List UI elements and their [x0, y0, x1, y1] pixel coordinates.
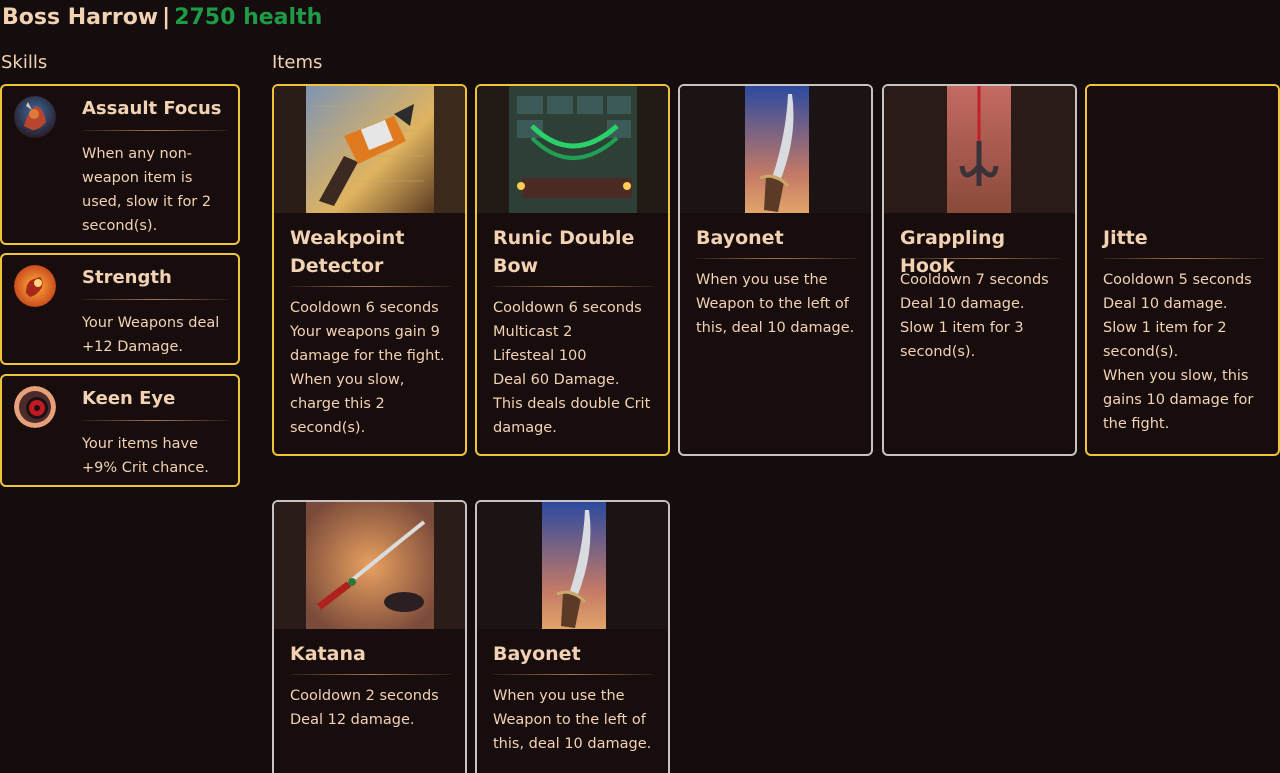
- item-divider: [290, 286, 451, 287]
- skills-heading: Skills: [1, 52, 48, 73]
- item-line: Cooldown 7 seconds: [900, 272, 1049, 288]
- item-card-bayonet-2[interactable]: Bayonet When you use the Weapon to the l…: [475, 500, 670, 773]
- item-description: Cooldown 7 seconds Deal 10 damage. Slow …: [900, 268, 1063, 364]
- skill-card-strength[interactable]: Strength Your Weapons deal +12 Damage.: [0, 253, 240, 365]
- item-line: Lifesteal 100: [493, 348, 587, 364]
- item-line: Deal 10 damage.: [1103, 296, 1228, 312]
- weakpoint-detector-art: [274, 86, 465, 213]
- katana-art: [274, 502, 465, 629]
- boss-name: Boss Harrow: [2, 5, 159, 30]
- item-card-grappling-hook[interactable]: Grappling Hook Cooldown 7 seconds Deal 1…: [882, 84, 1077, 456]
- skill-title: Strength: [82, 267, 172, 288]
- item-card-jitte[interactable]: Jitte Cooldown 5 seconds Deal 10 damage.…: [1085, 84, 1280, 456]
- skill-description: Your items have +9% Crit chance.: [82, 436, 209, 476]
- item-line: Cooldown 6 seconds: [290, 300, 439, 316]
- item-line: When you slow, this gains 10 damage for …: [1103, 368, 1254, 432]
- item-title: Runic Double Bow: [493, 227, 635, 277]
- item-title: Jitte: [1103, 227, 1148, 249]
- item-divider: [1103, 258, 1264, 259]
- item-description: Cooldown 6 seconds Multicast 2 Lifesteal…: [493, 296, 656, 440]
- skill-description: Your Weapons deal +12 Damage.: [82, 315, 220, 355]
- item-divider: [290, 674, 451, 675]
- item-divider: [493, 674, 654, 675]
- item-title: Bayonet: [696, 227, 784, 249]
- item-line: This deals double Crit damage.: [493, 396, 651, 436]
- item-line: Slow 1 item for 3 second(s).: [900, 320, 1024, 360]
- item-title: Bayonet: [493, 643, 581, 665]
- item-divider: [900, 258, 1061, 259]
- skill-description: When any non-weapon item is used, slow i…: [82, 146, 212, 234]
- item-line: Multicast 2: [493, 324, 573, 340]
- item-line: Your weapons gain 9 damage for the fight…: [290, 324, 445, 364]
- skill-divider: [82, 420, 228, 421]
- skill-card-keen-eye[interactable]: Keen Eye Your items have +9% Crit chance…: [0, 374, 240, 487]
- item-line: Deal 10 damage.: [900, 296, 1025, 312]
- boss-header: Boss Harrow | 2750 health: [2, 4, 322, 32]
- header-separator: |: [162, 5, 171, 30]
- item-description: Cooldown 2 seconds Deal 12 damage.: [290, 684, 453, 732]
- keen-eye-icon: [14, 386, 56, 428]
- bayonet-art: [477, 502, 668, 629]
- item-divider: [493, 286, 654, 287]
- bayonet-art: [680, 86, 871, 213]
- item-card-runic-double-bow[interactable]: Runic Double Bow Cooldown 6 seconds Mult…: [475, 84, 670, 456]
- assault-focus-icon: [14, 96, 56, 138]
- item-divider: [696, 258, 857, 259]
- item-line: Cooldown 2 seconds: [290, 688, 439, 704]
- item-line: Cooldown 5 seconds: [1103, 272, 1252, 288]
- skill-title: Keen Eye: [82, 388, 176, 409]
- item-line: Slow 1 item for 2 second(s).: [1103, 320, 1227, 360]
- item-line: When you use the Weapon to the left of t…: [493, 688, 652, 752]
- runic-double-bow-art: [477, 86, 668, 213]
- skill-title: Assault Focus: [82, 98, 222, 119]
- items-heading: Items: [272, 52, 323, 73]
- item-card-bayonet[interactable]: Bayonet When you use the Weapon to the l…: [678, 84, 873, 456]
- item-line: When you slow, charge this 2 second(s).: [290, 372, 405, 436]
- skill-divider: [82, 130, 228, 131]
- skill-divider: [82, 299, 228, 300]
- boss-health: 2750 health: [174, 5, 323, 30]
- item-line: Deal 12 damage.: [290, 712, 415, 728]
- item-description: Cooldown 5 seconds Deal 10 damage. Slow …: [1103, 268, 1266, 436]
- item-description: When you use the Weapon to the left of t…: [696, 268, 859, 340]
- grappling-hook-art: [884, 86, 1075, 213]
- item-description: Cooldown 6 seconds Your weapons gain 9 d…: [290, 296, 453, 440]
- item-card-weakpoint-detector[interactable]: Weakpoint Detector Cooldown 6 seconds Yo…: [272, 84, 467, 456]
- strength-icon: [14, 265, 56, 307]
- item-line: When you use the Weapon to the left of t…: [696, 272, 855, 336]
- skill-card-assault-focus[interactable]: Assault Focus When any non-weapon item i…: [0, 84, 240, 245]
- item-line: Deal 60 Damage.: [493, 372, 620, 388]
- item-line: Cooldown 6 seconds: [493, 300, 642, 316]
- jitte-art: [1087, 86, 1278, 213]
- item-card-katana[interactable]: Katana Cooldown 2 seconds Deal 12 damage…: [272, 500, 467, 773]
- item-title: Katana: [290, 643, 366, 665]
- item-description: When you use the Weapon to the left of t…: [493, 684, 656, 756]
- item-title: Weakpoint Detector: [290, 227, 405, 277]
